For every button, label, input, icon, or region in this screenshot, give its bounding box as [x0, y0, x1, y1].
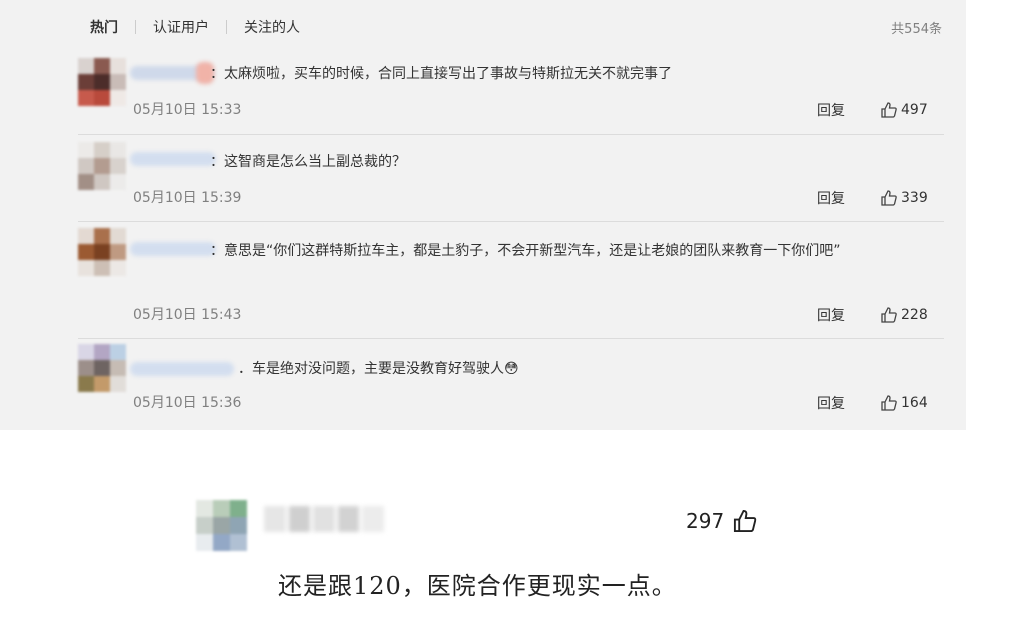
username-blurred[interactable]: [130, 152, 216, 166]
username-blurred[interactable]: [130, 362, 234, 376]
thumbs-up-icon: [881, 190, 897, 206]
reply-button[interactable]: 回复: [817, 393, 845, 413]
comment-text: ：这智商是怎么当上副总裁的？: [210, 154, 406, 170]
comment-time: 05月10日 15:39: [133, 190, 242, 206]
comment-text: 还是跟120，医院合作更现实一点。: [278, 572, 677, 600]
like-count: 228: [901, 307, 928, 323]
comment-time: 05月10日 15:36: [133, 395, 242, 411]
like-count: 297: [686, 509, 725, 533]
comment-text: ：意思是“你们这群特斯拉车主，都是土豹子，不会开新型汽车，还是让老娘的团队来教育…: [210, 243, 841, 259]
tab-following[interactable]: 关注的人: [242, 17, 302, 37]
comment-time: 05月10日 15:43: [133, 307, 242, 323]
thumbs-up-icon: [881, 102, 897, 118]
comment-text: ．车是绝对没问题，主要是没教育好驾驶人😳: [238, 361, 519, 377]
divider: [78, 134, 944, 135]
like-button[interactable]: 497: [880, 101, 928, 119]
comment-total: 共554条: [891, 22, 942, 37]
reply-button[interactable]: 回复: [817, 100, 845, 120]
avatar[interactable]: [78, 228, 126, 276]
tab-hot[interactable]: 热门: [88, 17, 120, 37]
divider: [78, 221, 944, 222]
tab-separator: [135, 20, 136, 34]
like-count: 497: [901, 102, 928, 118]
reply-button[interactable]: 回复: [817, 305, 845, 325]
username-blurred[interactable]: [130, 242, 216, 256]
comment-time: 05月10日 15:33: [133, 102, 242, 118]
like-count: 164: [901, 395, 928, 411]
tab-verified-users[interactable]: 认证用户: [151, 17, 211, 37]
avatar[interactable]: [78, 58, 126, 106]
like-button[interactable]: 228: [880, 306, 928, 324]
thumbs-up-icon: [734, 509, 757, 533]
like-button[interactable]: 297: [686, 508, 758, 534]
tab-separator: [226, 20, 227, 34]
thumbs-up-icon: [881, 395, 897, 411]
like-count: 339: [901, 190, 928, 206]
like-button[interactable]: 339: [880, 189, 928, 207]
comment-tabs: 热门 认证用户 关注的人: [88, 16, 302, 38]
reply-button[interactable]: 回复: [817, 188, 845, 208]
avatar[interactable]: [78, 142, 126, 190]
divider: [78, 338, 944, 339]
comment-text: ：太麻烦啦，买车的时候，合同上直接写出了事故与特斯拉无关不就完事了: [210, 66, 672, 82]
like-button[interactable]: 164: [880, 394, 928, 412]
avatar[interactable]: [196, 500, 248, 552]
thumbs-up-icon: [881, 307, 897, 323]
avatar[interactable]: [78, 344, 126, 392]
comment-panel: 热门 认证用户 关注的人 共554条 ：太麻烦啦，买车的时候，合同上直接写出了事…: [0, 0, 966, 430]
username-blurred[interactable]: [264, 506, 384, 532]
